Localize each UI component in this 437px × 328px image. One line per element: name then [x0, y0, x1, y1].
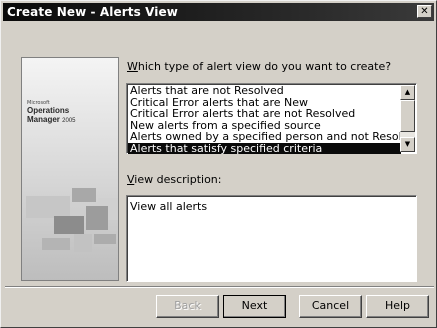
view-description-label: View description: [127, 173, 221, 186]
question-accelerator: W [127, 60, 138, 73]
help-button[interactable]: Help [366, 295, 429, 318]
alert-type-option[interactable]: Alerts owned by a specified person and n… [128, 131, 401, 143]
arrow-up-icon: ▲ [404, 88, 411, 96]
listbox-scrollbar[interactable]: ▲ ▼ [400, 85, 415, 152]
decor-block [86, 206, 108, 230]
arrow-down-icon: ▼ [404, 140, 411, 148]
decor-block [54, 216, 84, 234]
decor-block [94, 234, 116, 244]
alert-type-option[interactable]: Critical Error alerts that are not Resol… [128, 108, 401, 120]
scroll-down-button[interactable]: ▼ [400, 137, 415, 152]
alert-type-list: Alerts that are not Resolved Critical Err… [128, 85, 401, 154]
title-bar[interactable]: Create New - Alerts View ✕ [3, 3, 434, 21]
view-description-label-text: iew description: [134, 173, 222, 186]
scroll-thumb[interactable] [400, 100, 415, 132]
decor-block [26, 196, 70, 218]
close-button[interactable]: ✕ [417, 5, 432, 18]
alert-type-option[interactable]: New alerts from a specified source [128, 120, 401, 132]
decor-block [74, 234, 92, 252]
question-text: hich type of alert view do you want to c… [137, 60, 392, 73]
alert-type-listbox[interactable]: Alerts that are not Resolved Critical Err… [126, 83, 417, 154]
button-separator [5, 286, 434, 288]
product-name-manager: Manager [27, 115, 60, 124]
close-icon: ✕ [420, 6, 429, 17]
wizard-banner-image: Microsoft Operations Manager 2005 [21, 57, 119, 281]
next-button[interactable]: Next [223, 295, 286, 318]
product-logo: Microsoft Operations Manager 2005 [27, 100, 76, 126]
view-description-box[interactable]: View all alerts [126, 195, 417, 282]
question-label: Which type of alert view do you want to … [127, 60, 391, 73]
scroll-up-button[interactable]: ▲ [400, 85, 415, 100]
view-description-text: View all alerts [130, 200, 208, 213]
decor-block [72, 188, 96, 202]
product-version: 2005 [62, 118, 76, 124]
back-button[interactable]: Back [156, 295, 219, 318]
product-name-line1: Operations [27, 106, 70, 115]
window-title: Create New - Alerts View [7, 5, 178, 19]
alert-type-option[interactable]: Critical Error alerts that are New [128, 97, 401, 109]
alerts-view-wizard-dialog: Create New - Alerts View ✕ Microsoft Ope… [0, 0, 437, 328]
alert-type-option[interactable]: Alerts that are not Resolved [128, 85, 401, 97]
alert-type-option[interactable]: Alerts that satisfy specified criteria [128, 142, 401, 154]
cancel-button[interactable]: Cancel [299, 295, 362, 318]
decor-block [42, 238, 70, 250]
product-name-line2: Manager 2005 [27, 115, 76, 126]
